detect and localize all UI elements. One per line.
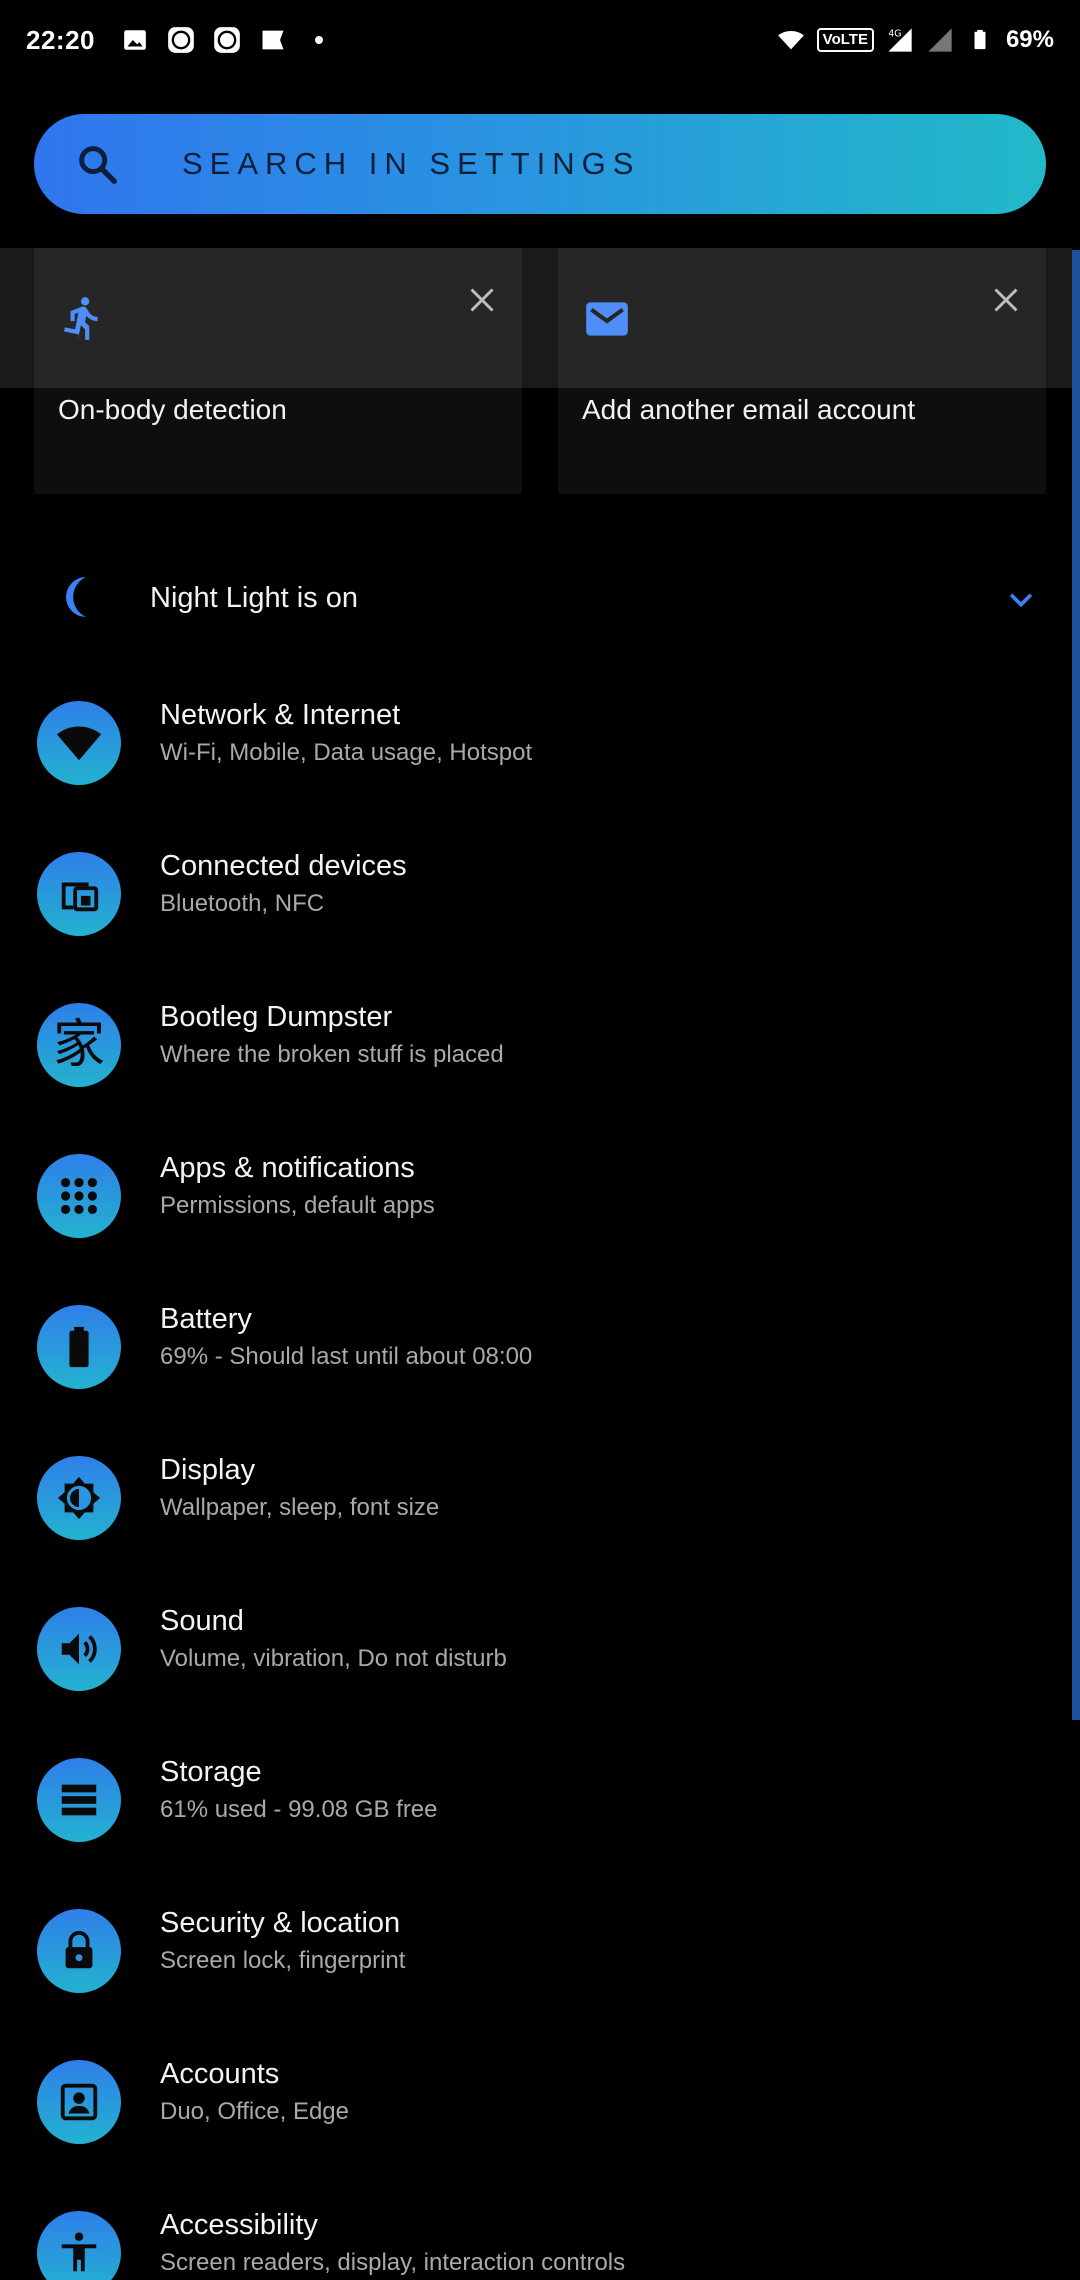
suggestion-title: On-body detection [58, 394, 287, 425]
account-icon [37, 2060, 121, 2144]
battery-status-icon [966, 26, 994, 54]
status-bar: 22:20 VoLTE 4G 69% [0, 0, 1080, 80]
item-title: Display [160, 1454, 256, 1486]
suggestion-card-on-body[interactable]: On-body detection [34, 248, 522, 494]
settings-item-accessibility[interactable]: Accessibility Screen readers, display, i… [0, 2177, 1072, 2280]
app-badge-icon [167, 26, 195, 54]
settings-item-accounts[interactable]: Accounts Duo, Office, Edge [0, 2026, 1072, 2177]
item-title: Apps & notifications [160, 1152, 415, 1184]
settings-item-storage[interactable]: Storage 61% used - 99.08 GB free [0, 1724, 1072, 1875]
search-placeholder: SEARCH IN SETTINGS [182, 146, 641, 181]
suggestion-card-email[interactable]: Add another email account [558, 248, 1046, 494]
item-title: Connected devices [160, 850, 407, 882]
battery-icon [37, 1305, 121, 1389]
close-icon[interactable] [464, 282, 500, 318]
item-subtitle: Volume, vibration, Do not disturb [160, 1645, 507, 1672]
item-title: Network & Internet [160, 699, 401, 731]
scrollbar[interactable] [1072, 250, 1080, 1720]
flag-icon [259, 26, 287, 54]
app-badge-icon [213, 26, 241, 54]
settings-item-display[interactable]: Display Wallpaper, sleep, font size [0, 1422, 1072, 1573]
wifi-icon [37, 701, 121, 785]
settings-list: Network & Internet Wi-Fi, Mobile, Data u… [0, 667, 1072, 2280]
svg-text:4G: 4G [888, 29, 901, 40]
item-title: Security & location [160, 1907, 401, 1939]
search-icon [79, 146, 117, 184]
item-subtitle: Wallpaper, sleep, font size [160, 1494, 440, 1521]
notification-icons [121, 26, 333, 54]
item-title: Accessibility [160, 2209, 318, 2241]
settings-item-connected-devices[interactable]: Connected devices Bluetooth, NFC [0, 818, 1072, 969]
wifi-signal-icon [777, 26, 805, 54]
chinese-char-glyph: 家 [52, 1015, 105, 1075]
settings-item-apps[interactable]: Apps & notifications Permissions, defaul… [0, 1120, 1072, 1271]
settings-item-bootleg-dumpster[interactable]: 家 Bootleg Dumpster Where the broken stuf… [0, 969, 1072, 1120]
item-subtitle: Wi-Fi, Mobile, Data usage, Hotspot [160, 739, 533, 766]
settings-item-sound[interactable]: Sound Volume, vibration, Do not disturb [0, 1573, 1072, 1724]
item-subtitle: 69% - Should last until about 08:00 [160, 1343, 533, 1370]
image-icon [121, 26, 149, 54]
volte-badge: VoLTE [816, 28, 874, 52]
dot-icon [305, 26, 333, 54]
item-subtitle: Permissions, default apps [160, 1192, 435, 1219]
item-title: Accounts [160, 2058, 280, 2090]
settings-item-network[interactable]: Network & Internet Wi-Fi, Mobile, Data u… [0, 667, 1072, 818]
walking-person-icon [64, 297, 98, 340]
cell-signal-2-icon [926, 26, 954, 54]
status-time: 22:20 [26, 24, 95, 55]
item-title: Battery [160, 1303, 252, 1335]
item-title: Sound [160, 1605, 244, 1637]
accessibility-icon [37, 2211, 121, 2280]
devices-icon [37, 852, 121, 936]
email-icon [586, 302, 628, 336]
settings-item-security[interactable]: Security & location Screen lock, fingerp… [0, 1875, 1072, 2026]
battery-percent: 69% [1005, 26, 1054, 53]
brightness-icon [37, 1456, 121, 1540]
search-bar[interactable]: SEARCH IN SETTINGS [34, 114, 1046, 214]
volume-icon [37, 1607, 121, 1691]
cell-signal-icon: 4G [886, 26, 914, 54]
item-subtitle: Duo, Office, Edge [160, 2098, 349, 2125]
status-right: VoLTE 4G 69% [777, 26, 1054, 54]
item-title: Bootleg Dumpster [160, 1001, 393, 1033]
close-icon[interactable] [988, 282, 1024, 318]
settings-item-battery[interactable]: Battery 69% - Should last until about 08… [0, 1271, 1072, 1422]
storage-icon [37, 1758, 121, 1842]
item-subtitle: Screen lock, fingerprint [160, 1947, 406, 1974]
night-light-row[interactable]: Night Light is on [0, 550, 1072, 646]
apps-grid-icon [37, 1154, 121, 1238]
item-title: Storage [160, 1756, 262, 1788]
suggestion-title: Add another email account [582, 394, 916, 425]
item-subtitle: Bluetooth, NFC [160, 890, 325, 917]
moon-icon [66, 577, 86, 617]
lock-icon [37, 1909, 121, 1993]
chevron-down-icon[interactable] [1004, 582, 1038, 616]
item-subtitle: Screen readers, display, interaction con… [160, 2249, 626, 2276]
chinese-char-icon: 家 [37, 1003, 121, 1087]
suggestion-cards: On-body detection Add another email acco… [34, 248, 1046, 494]
night-light-label: Night Light is on [150, 581, 358, 614]
item-subtitle: 61% used - 99.08 GB free [160, 1796, 438, 1823]
item-subtitle: Where the broken stuff is placed [160, 1041, 504, 1068]
